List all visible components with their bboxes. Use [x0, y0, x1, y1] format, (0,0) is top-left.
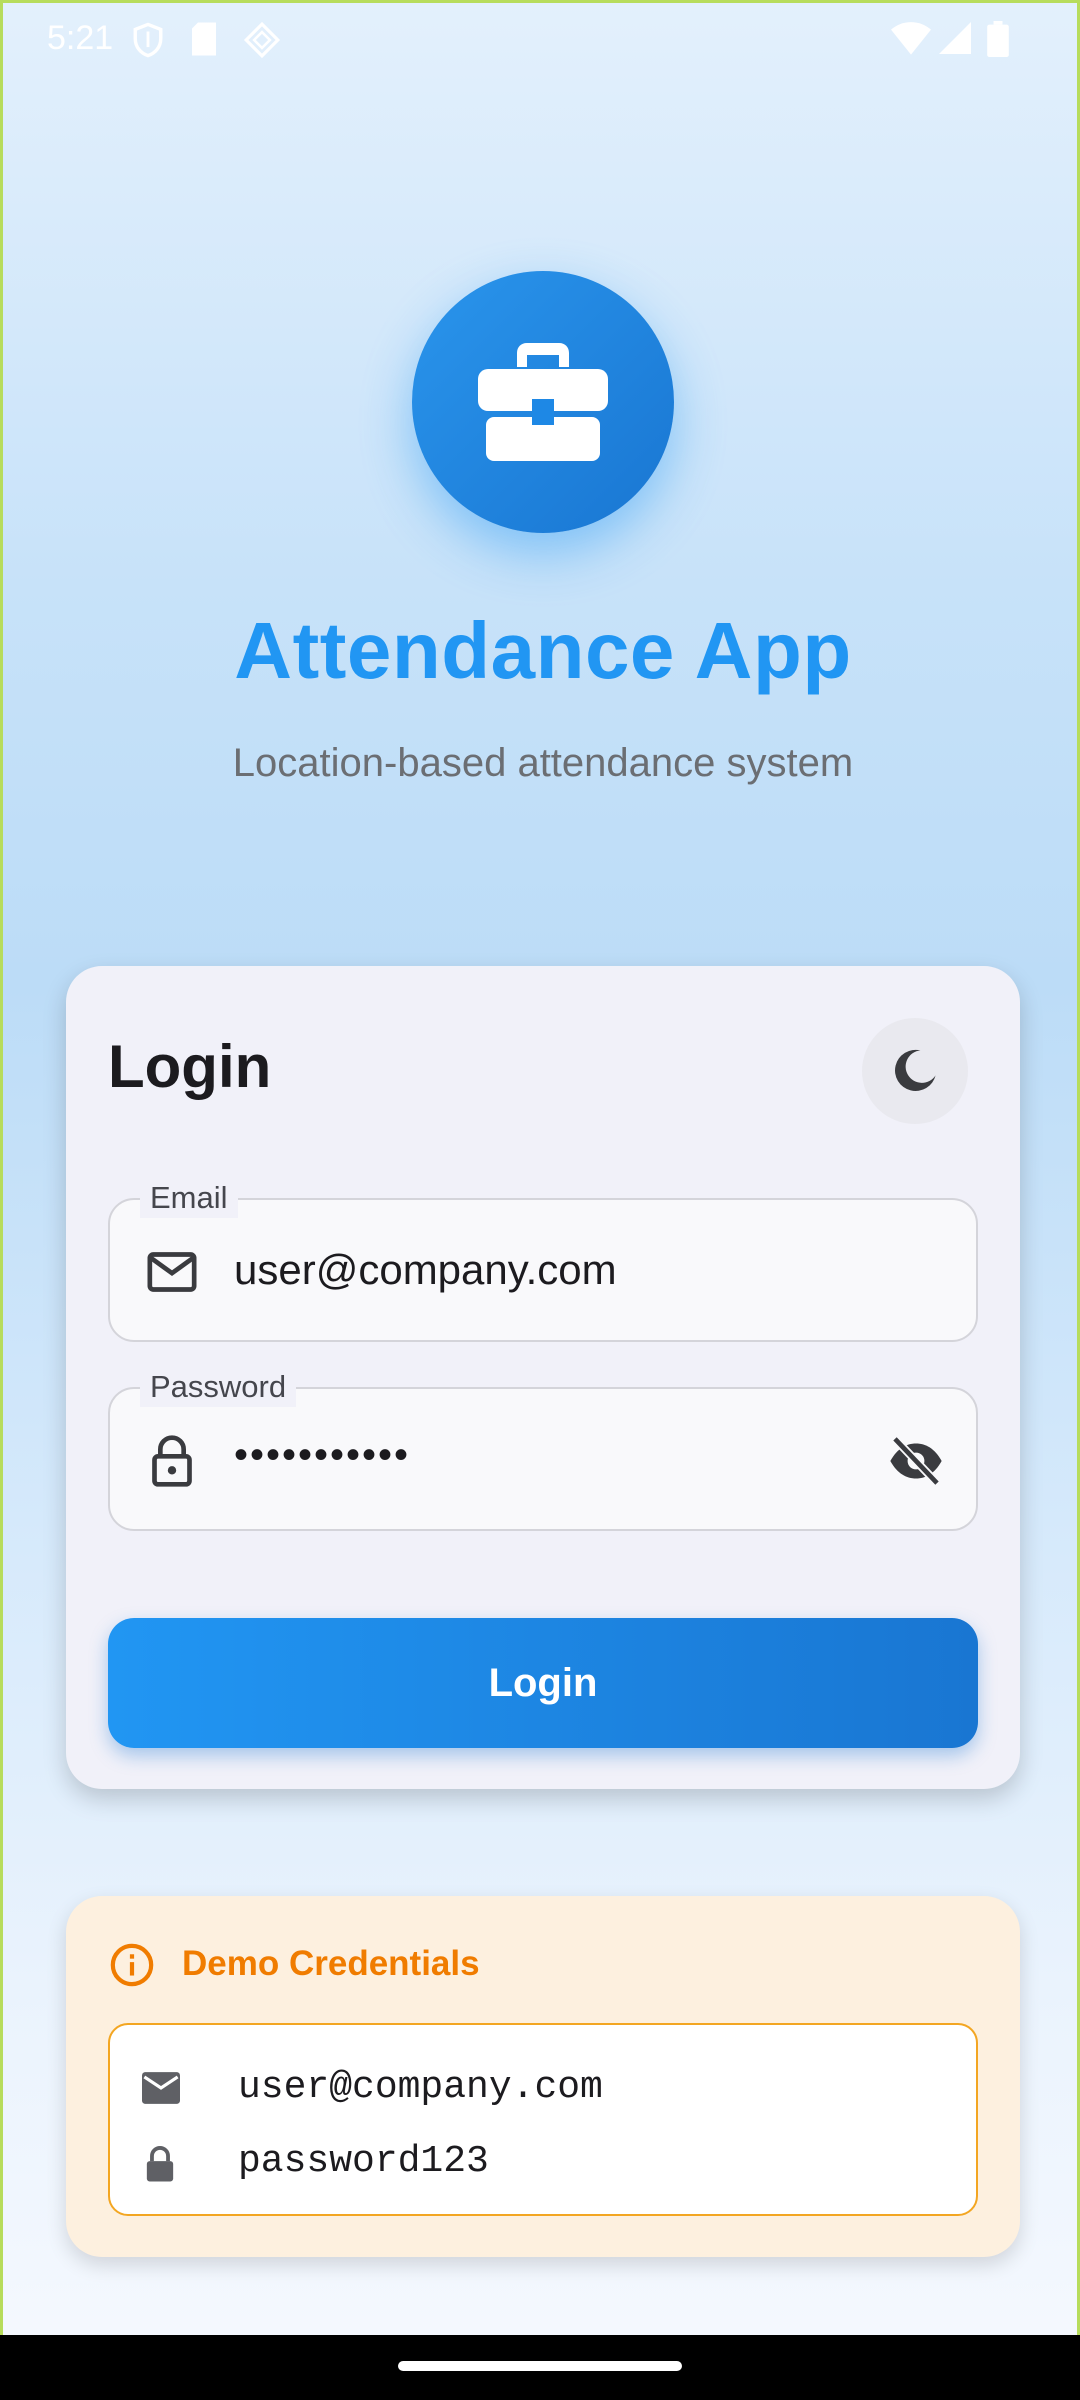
login-title: Login [108, 1033, 272, 1100]
signal-icon [939, 21, 971, 60]
password-input[interactable]: ••••••••••• [234, 1429, 410, 1481]
demo-title: Demo Credentials [182, 1944, 480, 1983]
theme-toggle-button[interactable] [862, 1018, 968, 1124]
email-label: Email [140, 1178, 238, 1218]
shield-icon [131, 21, 165, 64]
demo-password: password123 [238, 2140, 489, 2183]
demo-email: user@company.com [238, 2066, 603, 2109]
moon-icon [895, 1049, 936, 1092]
login-card: Login Email user@company.com Password ••… [66, 966, 1020, 1789]
status-time: 5:21 [47, 19, 114, 57]
demo-credentials-card: Demo Credentials user@company.com passwo… [66, 1896, 1020, 2257]
email-field[interactable]: Email user@company.com [108, 1178, 978, 1342]
wifi-icon [891, 21, 931, 60]
app-screen: 5:21 Attendance App Location-based atten… [0, 0, 1080, 2335]
sd-card-icon [189, 21, 219, 62]
password-label: Password [140, 1367, 297, 1407]
app-logo [412, 271, 674, 533]
lock-filled-icon [142, 2145, 178, 2188]
mail-outline-icon [144, 1244, 200, 1305]
info-icon [109, 1942, 155, 1993]
navigation-handle[interactable] [398, 2361, 682, 2371]
battery-icon [987, 21, 1009, 62]
briefcase-icon [478, 343, 608, 461]
app-title: Attendance App [234, 606, 852, 695]
status-bar: 5:21 [3, 3, 1080, 75]
email-input[interactable]: user@company.com [234, 1244, 617, 1296]
password-field[interactable]: Password ••••••••••• [108, 1367, 978, 1531]
mail-icon [142, 2071, 180, 2110]
lock-icon [144, 1433, 200, 1494]
demo-credentials-box: user@company.com password123 [108, 2023, 978, 2216]
login-button[interactable]: Login [108, 1618, 978, 1748]
diamond-icon [243, 21, 281, 64]
app-subtitle: Location-based attendance system [232, 741, 854, 785]
eye-off-icon[interactable] [886, 1433, 946, 1494]
